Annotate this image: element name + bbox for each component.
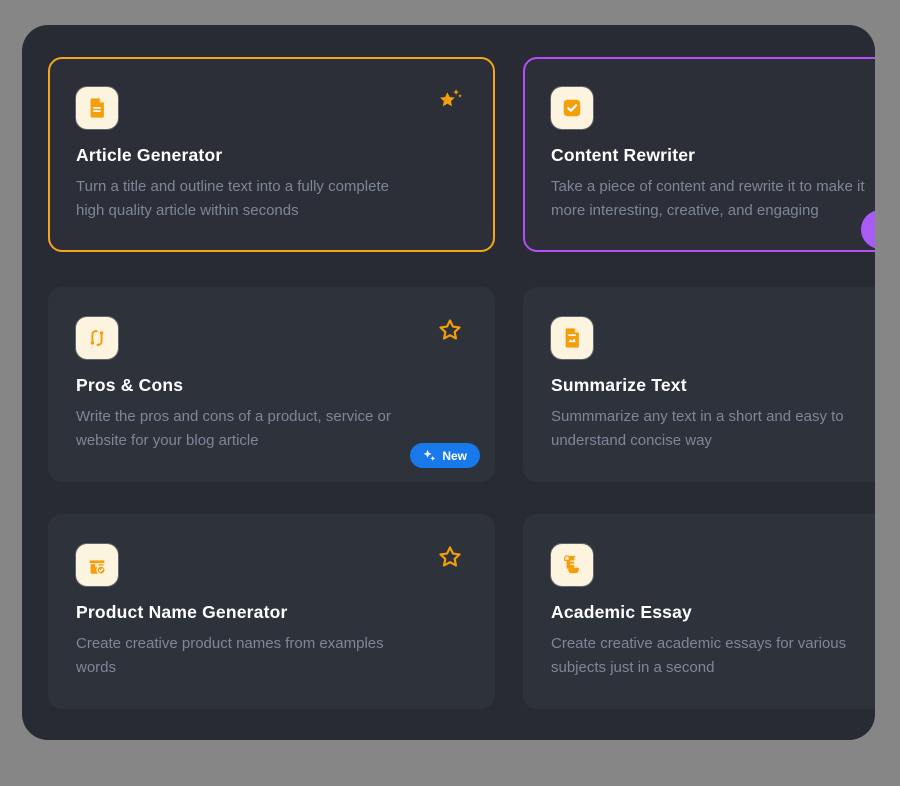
card-title: Academic Essay [551,602,875,623]
card-description: Write the pros and cons of a product, se… [76,405,467,453]
card-product-name-generator[interactable]: Product Name Generator Create creative p… [48,514,495,709]
card-title: Article Generator [76,145,467,166]
new-badge-label: New [442,449,467,463]
favorite-star-outline-icon[interactable] [437,544,463,570]
card-description: Turn a title and outline text into a ful… [76,175,467,223]
favorite-star-filled-icon[interactable] [437,87,463,113]
card-title: Summarize Text [551,375,875,396]
card-title: Content Rewriter [551,145,875,166]
swap-arrows-icon [76,317,118,359]
card-title: Pros & Cons [76,375,467,396]
card-pros-and-cons[interactable]: Pros & Cons Write the pros and cons of a… [48,287,495,482]
card-article-generator[interactable]: Article Generator Turn a title and outli… [48,57,495,252]
document-icon [76,87,118,129]
product-box-check-icon [76,544,118,586]
scroll-icon [551,544,593,586]
sparkle-icon [423,449,436,462]
card-summarize-text[interactable]: Summarize Text Summmarize any text in a … [523,287,875,482]
favorite-star-outline-icon[interactable] [437,317,463,343]
card-description: Summmarize any text in a short and easy … [551,405,875,453]
new-badge: New [410,443,480,468]
card-description: Create creative product names from examp… [76,632,467,680]
card-description: Create creative academic essays for vari… [551,632,875,680]
card-description: Take a piece of content and rewrite it t… [551,175,875,223]
card-title: Product Name Generator [76,602,467,623]
card-academic-essay[interactable]: Academic Essay Create creative academic … [523,514,875,709]
document-chart-icon [551,317,593,359]
checkbox-checked-icon [551,87,593,129]
tools-panel: Article Generator Turn a title and outli… [22,25,875,740]
card-content-rewriter[interactable]: Content Rewriter Take a piece of content… [523,57,875,252]
